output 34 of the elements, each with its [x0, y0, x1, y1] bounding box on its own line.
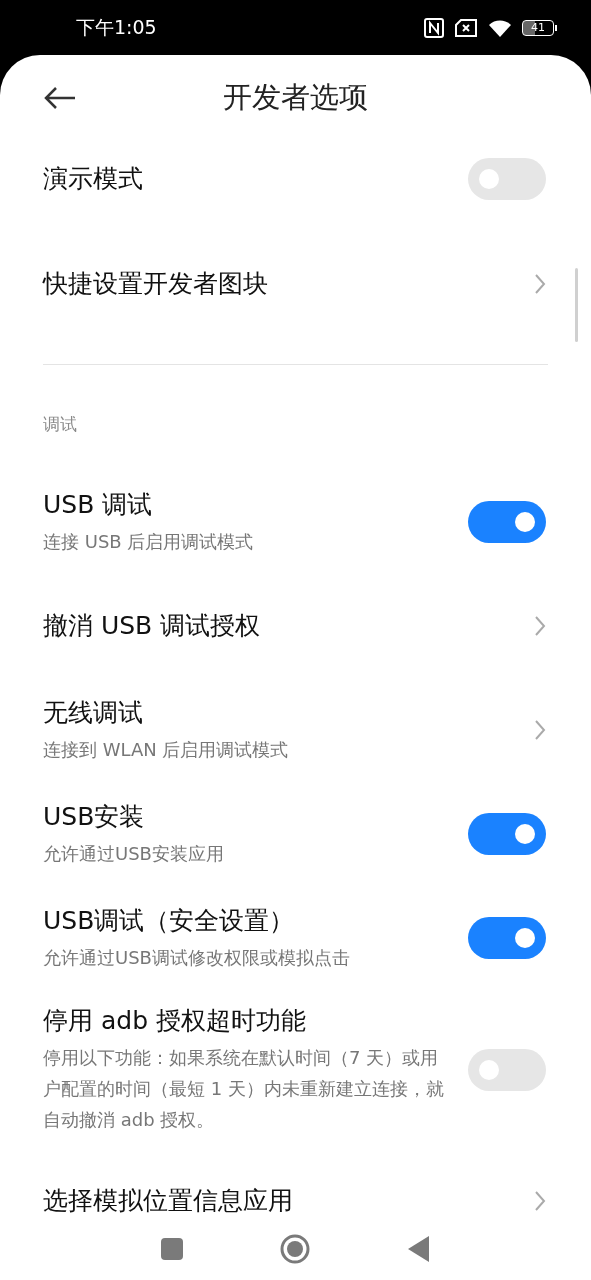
setting-description: 允许通过USB安装应用	[43, 841, 225, 866]
setting-title[interactable]: 快捷设置开发者图块	[43, 267, 514, 301]
toggle-switch[interactable]	[468, 501, 546, 543]
back-icon[interactable]	[408, 1236, 431, 1262]
setting-title[interactable]: 撤消 USB 调试授权	[43, 609, 514, 643]
section-label: 调试	[42, 413, 78, 436]
chevron-icon	[534, 273, 546, 295]
toggle-switch[interactable]	[468, 1048, 546, 1091]
setting-description: 连接到 WLAN 后启用调试模式	[43, 737, 290, 762]
wifi-icon	[488, 18, 512, 37]
toggle-switch[interactable]	[468, 917, 546, 959]
battery-icon: 41	[522, 19, 557, 36]
back-button[interactable]	[43, 85, 77, 110]
toggle-switch[interactable]	[468, 813, 546, 855]
setting-description: 允许通过USB调试修改权限或模拟点击	[43, 945, 351, 970]
home-icon[interactable]	[280, 1234, 311, 1264]
chevron-icon	[534, 719, 546, 741]
setting-title[interactable]: 选择模拟位置信息应用	[43, 1184, 514, 1218]
setting-title[interactable]: USB 调试	[43, 487, 448, 522]
chevron-icon	[534, 1190, 546, 1212]
no-sim-icon	[454, 18, 478, 37]
setting-title[interactable]: USB调试（安全设置）	[43, 903, 448, 938]
setting-title[interactable]: 停用 adb 授权超时功能	[43, 1004, 448, 1038]
setting-description: 连接 USB 后启用调试模式	[43, 529, 255, 554]
toggle-switch[interactable]	[468, 158, 546, 200]
setting-title[interactable]: 演示模式	[43, 162, 448, 196]
recents-icon[interactable]	[160, 1238, 183, 1260]
page-title: 开发者选项	[223, 79, 368, 114]
nfc-icon	[424, 17, 444, 38]
status-time: 下午1:05	[76, 14, 158, 40]
chevron-icon	[534, 615, 546, 637]
setting-description: 停用以下功能：如果系统在默认时间（7 天）或用户配置的时间（最短 1 天）内未重新建立连接，就自动撤消 adb 授权。	[43, 1046, 445, 1132]
setting-title[interactable]: USB安装	[43, 799, 448, 834]
setting-title[interactable]: 无线调试	[43, 695, 514, 730]
